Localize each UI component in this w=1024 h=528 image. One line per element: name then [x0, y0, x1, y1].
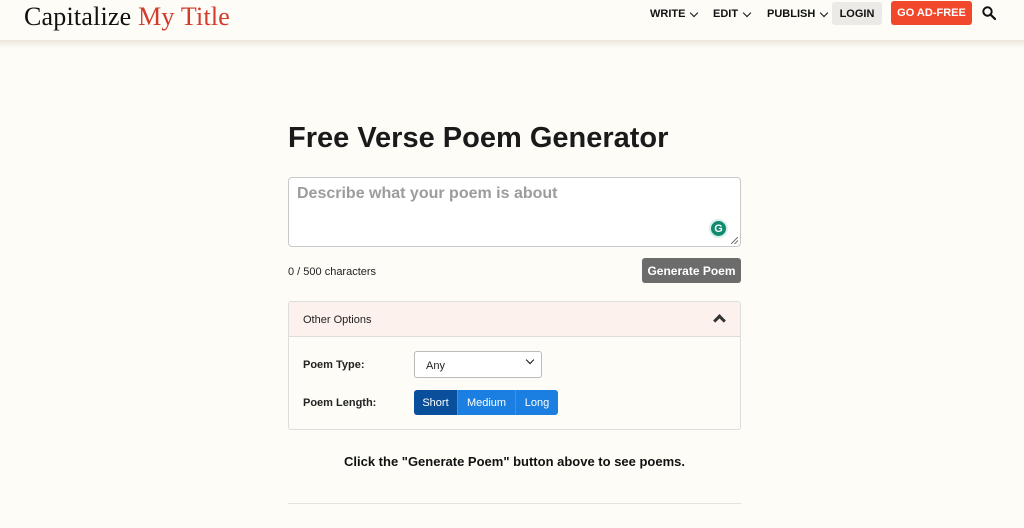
character-count: 0 / 500 characters	[288, 266, 377, 278]
length-long-button[interactable]: Long	[516, 390, 558, 415]
other-options-toggle[interactable]: Other Options	[289, 302, 740, 337]
grammarly-icon[interactable]: G	[709, 219, 728, 238]
chevron-down-icon	[820, 8, 829, 17]
chevron-down-icon	[525, 355, 535, 365]
logo-text-primary: Capitalize	[24, 2, 132, 31]
go-ad-free-button[interactable]: GO AD-FREE	[891, 1, 972, 25]
other-options-panel: Other Options Poem Type: Any Poem Length…	[288, 301, 741, 430]
section-divider	[288, 503, 741, 504]
poem-type-label: Poem Type:	[303, 359, 365, 371]
nav-edit-label: EDIT	[713, 8, 739, 20]
poem-topic-input[interactable]	[289, 178, 740, 246]
resize-handle[interactable]	[731, 237, 738, 244]
nav-edit[interactable]: EDIT	[713, 8, 752, 20]
header-shadow	[0, 40, 1024, 48]
chevron-down-icon	[690, 8, 699, 17]
chevron-down-icon	[742, 8, 752, 17]
poem-length-segmented: Short Medium Long	[414, 390, 558, 415]
poem-topic-field-wrapper: G	[288, 177, 741, 247]
nav-publish-label: PUBLISH	[767, 8, 816, 20]
site-header: Capitalize My Title WRITE EDIT PUBLISH L…	[0, 0, 1024, 40]
site-logo[interactable]: Capitalize My Title	[24, 2, 230, 32]
poem-type-selected: Any	[426, 360, 445, 372]
page-title: Free Verse Poem Generator	[288, 122, 669, 154]
other-options-label: Other Options	[303, 314, 372, 326]
nav-write[interactable]: WRITE	[650, 8, 699, 20]
length-short-button[interactable]: Short	[414, 390, 458, 415]
chevron-up-icon	[713, 314, 726, 327]
login-button[interactable]: LOGIN	[832, 2, 882, 25]
logo-text-accent: My Title	[138, 2, 231, 31]
generate-hint: Click the "Generate Poem" button above t…	[343, 454, 686, 469]
poem-length-label: Poem Length:	[303, 397, 377, 409]
length-medium-button[interactable]: Medium	[458, 390, 516, 415]
generate-poem-button[interactable]: Generate Poem	[642, 258, 741, 283]
search-icon[interactable]	[982, 6, 996, 20]
poem-type-select[interactable]: Any	[414, 351, 542, 378]
nav-write-label: WRITE	[650, 8, 686, 20]
nav-publish[interactable]: PUBLISH	[767, 8, 829, 20]
